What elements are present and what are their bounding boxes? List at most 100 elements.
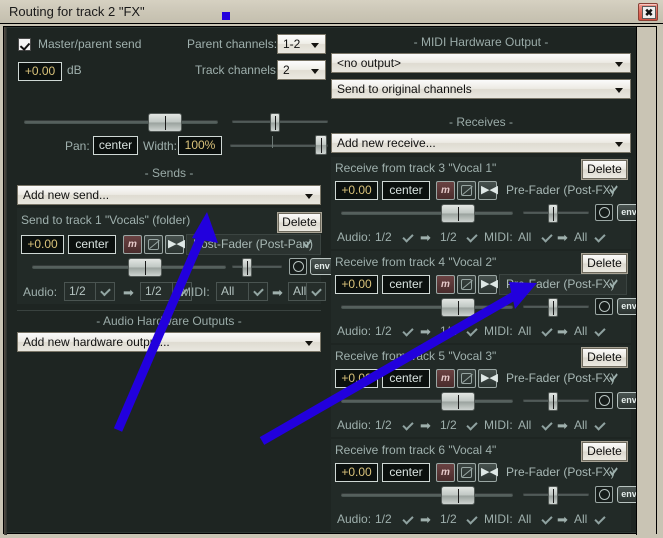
chevron-down-icon[interactable] xyxy=(466,515,478,525)
receive-volume-slider-knob[interactable] xyxy=(441,486,475,505)
master-parent-send-checkbox[interactable] xyxy=(18,38,31,51)
add-new-hardware-output-select[interactable]: Add new hardware output... xyxy=(17,332,321,352)
receive-phase-invert-button[interactable] xyxy=(457,181,476,200)
receive-gain-field[interactable]: +0.00 xyxy=(335,463,378,482)
receive-midi-src-value[interactable]: All xyxy=(518,230,531,244)
chevron-down-icon[interactable] xyxy=(466,327,478,337)
receive-midi-dst-value[interactable]: All xyxy=(574,324,587,338)
send-volume-slider-knob[interactable] xyxy=(128,258,162,277)
add-new-send-select[interactable]: Add new send... xyxy=(17,185,321,205)
receive-volume-slider-knob[interactable] xyxy=(441,204,475,223)
receive-pan-slider-knob[interactable] xyxy=(548,392,558,411)
receive-volume-slider-track[interactable] xyxy=(341,399,513,403)
receive-audio-src-value[interactable]: 1/2 xyxy=(375,230,392,244)
midi-output-select[interactable]: <no output> xyxy=(331,53,631,73)
master-width-slider-knob[interactable] xyxy=(315,135,327,155)
receive-audio-src-value[interactable]: 1/2 xyxy=(375,512,392,526)
chevron-down-icon[interactable] xyxy=(402,421,414,431)
receive-audio-src-value[interactable]: 1/2 xyxy=(375,418,392,432)
master-volume-slider-track[interactable] xyxy=(24,120,218,124)
receive-gain-field[interactable]: +0.00 xyxy=(335,275,378,294)
receive-pan-slider-knob[interactable] xyxy=(548,204,558,223)
chevron-down-icon[interactable] xyxy=(541,515,553,525)
receive-mode-select[interactable]: Pre-Fader (Post-FX) xyxy=(499,274,627,295)
send-midi-routing-icon[interactable] xyxy=(289,258,307,275)
receive-midi-dst-value[interactable]: All xyxy=(574,230,587,244)
receive-midi-routing-icon[interactable] xyxy=(595,392,613,409)
chevron-down-icon[interactable] xyxy=(466,421,478,431)
receive-mode-select[interactable]: Pre-Fader (Post-FX) xyxy=(499,180,627,201)
receive-mute-button[interactable]: m xyxy=(436,463,455,482)
send-mono-button[interactable]: ▶◀ xyxy=(165,235,185,254)
receive-midi-src-value[interactable]: All xyxy=(518,418,531,432)
receive-mute-button[interactable]: m xyxy=(436,181,455,200)
receive-midi-routing-icon[interactable] xyxy=(595,298,613,315)
chevron-down-icon[interactable] xyxy=(541,233,553,243)
receive-pan-slider-knob[interactable] xyxy=(548,486,558,505)
receive-mute-button[interactable]: m xyxy=(436,369,455,388)
receive-phase-invert-button[interactable] xyxy=(457,275,476,294)
send-delete-button[interactable]: Delete xyxy=(278,213,321,232)
chevron-down-icon[interactable] xyxy=(466,233,478,243)
pan-field[interactable]: center xyxy=(93,136,138,155)
receive-delete-button[interactable]: Delete xyxy=(582,160,627,179)
receive-midi-routing-icon[interactable] xyxy=(595,486,613,503)
receive-midi-routing-icon[interactable] xyxy=(595,204,613,221)
master-gain-field[interactable]: +0.00 xyxy=(18,62,62,81)
receive-mode-select[interactable]: Pre-Fader (Post-FX) xyxy=(499,462,627,483)
send-pan-slider-track[interactable] xyxy=(232,265,282,268)
send-phase-invert-button[interactable] xyxy=(144,235,163,254)
add-new-receive-select[interactable]: Add new receive... xyxy=(331,133,631,153)
receive-volume-slider-track[interactable] xyxy=(341,211,513,215)
chevron-down-icon[interactable] xyxy=(594,421,606,431)
receive-delete-button[interactable]: Delete xyxy=(582,254,627,273)
receive-audio-dst-value[interactable]: 1/2 xyxy=(440,512,457,526)
receive-mono-button[interactable]: ▶◀ xyxy=(478,369,498,388)
chevron-down-icon[interactable] xyxy=(402,515,414,525)
width-field[interactable]: 100% xyxy=(178,136,222,155)
receive-pan-field[interactable]: center xyxy=(382,181,430,200)
receive-delete-button[interactable]: Delete xyxy=(582,348,627,367)
receive-mode-select[interactable]: Pre-Fader (Post-FX) xyxy=(499,368,627,389)
track-channels-select[interactable]: 2 xyxy=(277,60,326,80)
master-width-slider-track[interactable] xyxy=(230,144,328,147)
receive-audio-dst-value[interactable]: 1/2 xyxy=(440,230,457,244)
close-button[interactable]: ✖ xyxy=(638,3,658,21)
parent-channels-select[interactable]: 1-2 xyxy=(277,34,326,54)
send-pan-slider-knob[interactable] xyxy=(242,258,252,277)
chevron-down-icon[interactable] xyxy=(402,233,414,243)
receive-phase-invert-button[interactable] xyxy=(457,369,476,388)
receive-audio-dst-value[interactable]: 1/2 xyxy=(440,418,457,432)
receive-pan-field[interactable]: center xyxy=(382,463,430,482)
receive-midi-dst-value[interactable]: All xyxy=(574,418,587,432)
chevron-down-icon[interactable] xyxy=(594,327,606,337)
receive-volume-slider-track[interactable] xyxy=(341,305,513,309)
receive-audio-dst-value[interactable]: 1/2 xyxy=(440,324,457,338)
receive-pan-field[interactable]: center xyxy=(382,275,430,294)
chevron-down-icon[interactable] xyxy=(402,327,414,337)
midi-channels-select[interactable]: Send to original channels xyxy=(331,79,631,99)
send-mode-select[interactable]: Post-Fader (Post-Pan) xyxy=(186,234,321,255)
receive-mute-button[interactable]: m xyxy=(436,275,455,294)
receive-volume-slider-knob[interactable] xyxy=(441,298,475,317)
receive-delete-button[interactable]: Delete xyxy=(582,442,627,461)
send-gain-field[interactable]: +0.00 xyxy=(21,235,64,254)
receive-mono-button[interactable]: ▶◀ xyxy=(478,463,498,482)
receive-gain-field[interactable]: +0.00 xyxy=(335,369,378,388)
chevron-down-icon[interactable] xyxy=(541,327,553,337)
receive-midi-src-value[interactable]: All xyxy=(518,324,531,338)
send-pan-field[interactable]: center xyxy=(68,235,116,254)
master-volume-slider-knob[interactable] xyxy=(148,113,182,132)
master-pan-slider-knob[interactable] xyxy=(270,113,280,132)
receive-volume-slider-knob[interactable] xyxy=(441,392,475,411)
master-pan-slider-track[interactable] xyxy=(232,120,328,123)
chevron-down-icon[interactable] xyxy=(541,421,553,431)
receive-midi-src-value[interactable]: All xyxy=(518,512,531,526)
chevron-down-icon[interactable] xyxy=(594,515,606,525)
receive-mono-button[interactable]: ▶◀ xyxy=(478,275,498,294)
chevron-down-icon[interactable] xyxy=(594,233,606,243)
send-mute-button[interactable]: m xyxy=(123,235,142,254)
receive-mono-button[interactable]: ▶◀ xyxy=(478,181,498,200)
receive-gain-field[interactable]: +0.00 xyxy=(335,181,378,200)
receive-volume-slider-track[interactable] xyxy=(341,493,513,497)
